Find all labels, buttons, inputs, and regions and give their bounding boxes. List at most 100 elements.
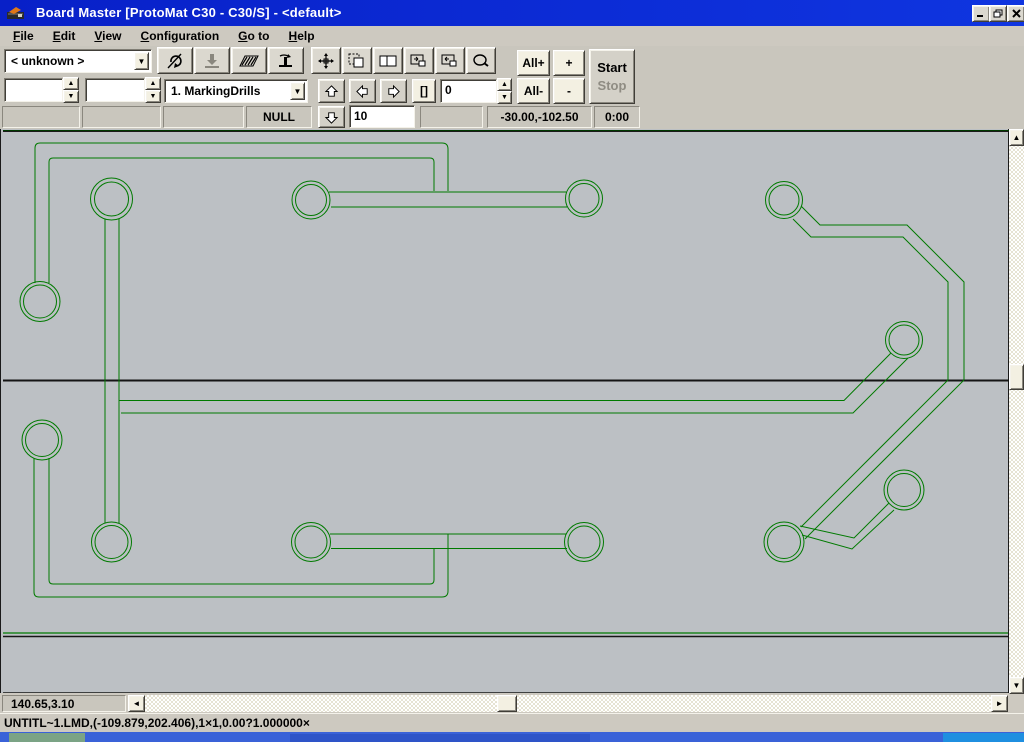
reset-head-button[interactable] (157, 47, 193, 74)
rotate-slash-icon (166, 52, 184, 70)
chevron-down-icon: ▼ (138, 57, 146, 66)
plus-button[interactable]: + (553, 50, 585, 76)
horizontal-scroll-thumb[interactable] (497, 695, 517, 712)
toolbar: < unknown > ▼ (0, 46, 1024, 129)
jog-down-button[interactable] (318, 106, 345, 128)
start-label: Start (590, 60, 634, 75)
hollow-up-arrow-icon (324, 84, 339, 99)
triangle-right-icon: ► (996, 699, 1004, 708)
jog-up-button[interactable] (318, 79, 345, 103)
tool-down-icon (203, 53, 221, 69)
menu-view[interactable]: View (89, 28, 126, 44)
hatch-area-icon (239, 54, 259, 68)
spin-up-icon[interactable]: ▲ (63, 77, 79, 90)
bracket-button[interactable]: [] (412, 79, 436, 103)
triangle-down-icon: ▼ (1013, 681, 1021, 690)
triangle-up-icon: ▲ (1013, 133, 1021, 142)
phase-combo-arrow[interactable]: ▼ (290, 82, 305, 100)
material-combo-value: < unknown > (5, 50, 151, 72)
vertical-scroll-thumb[interactable] (1009, 364, 1024, 390)
spin-up-icon[interactable]: ▲ (145, 77, 161, 90)
close-button[interactable] (1007, 5, 1024, 22)
title-bar: Board Master [ProtoMat C30 - C30/S] - <d… (0, 0, 1024, 26)
close-icon (1012, 9, 1021, 18)
horizontal-scrollbar[interactable] (145, 695, 991, 712)
drill-button[interactable] (268, 47, 304, 74)
taskbar-start-button[interactable] (9, 733, 85, 742)
zoom-out-button[interactable] (435, 47, 465, 74)
jog-right-button[interactable] (380, 79, 407, 103)
x-step-spinner[interactable]: ▲ ▼ (63, 77, 79, 103)
menu-goto[interactable]: Go to (233, 28, 274, 44)
hollow-right-arrow-icon (386, 84, 401, 99)
repeat-field[interactable]: 0 (440, 79, 497, 103)
scroll-up-button[interactable]: ▲ (1009, 129, 1024, 146)
zoom-all-button[interactable] (466, 47, 496, 74)
spin-down-icon[interactable]: ▼ (145, 90, 161, 103)
spin-down-icon[interactable]: ▼ (63, 90, 79, 103)
scroll-right-button[interactable]: ► (991, 695, 1008, 712)
two-windows-icon (379, 53, 397, 69)
status-panel-3 (163, 106, 244, 128)
all-minus-label: All- (524, 84, 543, 98)
pan-button[interactable] (311, 47, 341, 74)
menu-bar: File Edit View Configuration Go to Help (0, 26, 1024, 46)
minus-label: - (567, 84, 571, 98)
status-panel-1 (2, 106, 80, 128)
board-canvas[interactable] (0, 129, 1009, 693)
y-step-field[interactable] (85, 78, 145, 102)
hollow-left-arrow-icon (355, 84, 370, 99)
y-step-spinner[interactable]: ▲ ▼ (145, 77, 161, 103)
window-arrow-in-icon (410, 53, 428, 69)
status-bar: UNTITL~1.LMD,(-109.879,202.406),1×1,0.00… (0, 713, 1024, 732)
minimize-button[interactable] (972, 5, 990, 22)
status-panel-2 (82, 106, 161, 128)
bottom-row: 140.65,3.10 ◄ ► (0, 694, 1024, 713)
zoom-window-button[interactable] (342, 47, 372, 74)
menu-edit[interactable]: Edit (48, 28, 81, 44)
drill-icon (276, 53, 296, 69)
phase-combo-value: 1. MarkingDrills (165, 80, 307, 102)
start-stop-button[interactable]: Start Stop (589, 49, 635, 104)
taskbar-tray[interactable] (943, 733, 1024, 742)
x-step-field[interactable] (4, 78, 63, 102)
minus-button[interactable]: - (553, 78, 585, 104)
repeat-spinner[interactable]: ▲ ▼ (497, 78, 512, 104)
scroll-left-button[interactable]: ◄ (128, 695, 145, 712)
hollow-down-arrow-icon (324, 110, 339, 125)
restore-icon (993, 9, 1003, 18)
pcb-layout-drawing (1, 129, 1010, 693)
taskbar-sliver (0, 732, 1024, 742)
all-minus-button[interactable]: All- (517, 78, 550, 104)
vertical-scrollbar[interactable] (1009, 129, 1024, 694)
cursor-coords-panel: 140.65,3.10 (2, 695, 126, 712)
material-combo[interactable]: < unknown > ▼ (4, 49, 152, 73)
chevron-down-icon: ▼ (294, 87, 302, 96)
spin-up-icon[interactable]: ▲ (497, 78, 512, 91)
zoom-in-button[interactable] (404, 47, 434, 74)
scroll-down-button[interactable]: ▼ (1009, 677, 1024, 694)
app-icon (6, 5, 26, 21)
status-bar-text: UNTITL~1.LMD,(-109.879,202.406),1×1,0.00… (4, 716, 310, 730)
taskbar-window-button[interactable] (290, 734, 590, 742)
elapsed-time-panel: 0:00 (594, 106, 640, 128)
menu-configuration[interactable]: Configuration (136, 28, 225, 44)
menu-help[interactable]: Help (284, 28, 320, 44)
all-plus-button[interactable]: All+ (517, 50, 550, 76)
milling-area-button[interactable] (231, 47, 267, 74)
tool-down-button[interactable] (194, 47, 230, 74)
phase-combo[interactable]: 1. MarkingDrills ▼ (164, 79, 308, 103)
spin-down-icon[interactable]: ▼ (497, 91, 512, 104)
move-cross-icon (317, 52, 335, 70)
dashed-select-icon (348, 53, 366, 69)
feed-field[interactable]: 10 (349, 105, 415, 128)
window-arrow-out-icon (441, 53, 459, 69)
tool-status-panel: NULL (246, 106, 312, 128)
zoom-board-button[interactable] (373, 47, 403, 74)
magnifier-icon (472, 53, 490, 69)
menu-file[interactable]: File (8, 28, 39, 44)
restore-button[interactable] (989, 5, 1007, 22)
material-combo-arrow[interactable]: ▼ (134, 52, 149, 70)
plus-label: + (565, 56, 572, 70)
jog-left-button[interactable] (349, 79, 376, 103)
